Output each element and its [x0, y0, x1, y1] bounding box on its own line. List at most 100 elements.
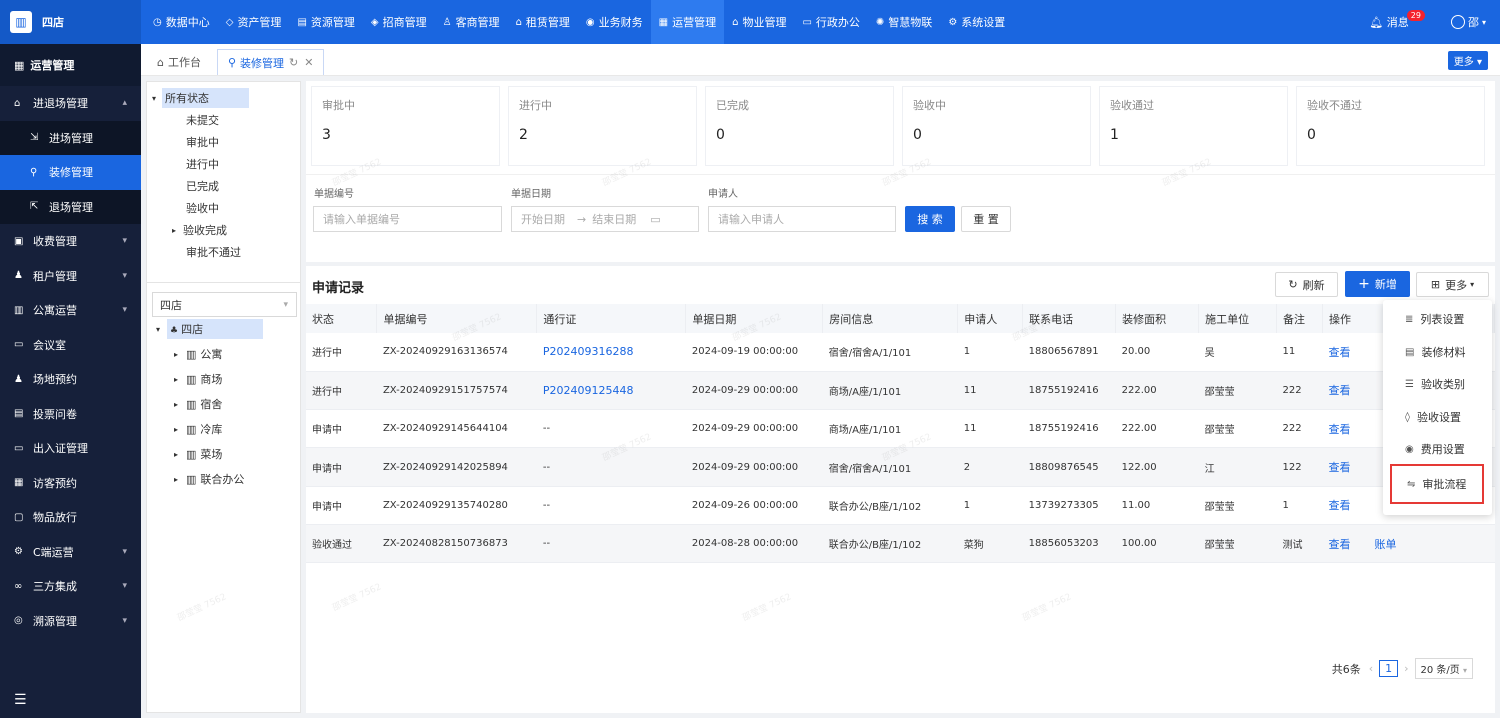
search-button[interactable]: 搜 索 — [905, 206, 955, 232]
sidebar-item-venue-booking[interactable]: ♟ 场地预约 — [0, 362, 141, 397]
sidebar-item-renovation[interactable]: ⚲ 装修管理 — [0, 155, 141, 190]
sidebar-item-apartment[interactable]: ▥ 公寓运营 ▾ — [0, 293, 141, 328]
pass-link[interactable]: P202409316288 — [536, 333, 686, 372]
store-tree-item[interactable]: ▸ ▥ 宿舍 — [174, 393, 222, 415]
page-size-select[interactable]: 20 条/页 ▾ — [1414, 658, 1473, 679]
stat-card[interactable]: 审批中 3 — [312, 87, 499, 165]
status-tree-item[interactable]: 审批中 — [186, 131, 219, 153]
sidebar-item-entry[interactable]: ⇲ 进场管理 — [0, 120, 141, 155]
menu-item-fee-settings[interactable]: ◉ 费用设置 — [1383, 433, 1492, 465]
stat-card[interactable]: 验收中 0 — [903, 87, 1090, 165]
store-tree-item[interactable]: ▸ ▥ 商场 — [174, 368, 222, 390]
menu-item-materials[interactable]: ▤ 装修材料 — [1383, 336, 1492, 368]
nav-item-resources[interactable]: ▤ 资源管理 — [289, 0, 362, 44]
avatar[interactable] — [1450, 15, 1465, 29]
add-button[interactable]: + 新增 — [1345, 271, 1410, 297]
status-tree-root[interactable]: ▾ 所有状态 — [152, 87, 250, 109]
col-applicant[interactable]: 申请人 — [957, 304, 1024, 333]
col-note[interactable]: 备注 — [1276, 304, 1324, 333]
doc-no-input[interactable]: 请输入单据编号 — [313, 206, 502, 232]
stat-card[interactable]: 已完成 0 — [706, 87, 893, 165]
stat-card[interactable]: 进行中 2 — [509, 87, 696, 165]
table-row[interactable]: 进行中 ZX-20240929163136574 P202409316288 2024… — [306, 333, 1495, 372]
view-link[interactable]: 查看 — [1329, 461, 1351, 474]
status-tree-item[interactable]: ▸ 验收完成 — [172, 219, 227, 241]
nav-item-operations[interactable]: ▦ 运营管理 — [650, 0, 725, 44]
nav-item-merchants[interactable]: ♙ 客商管理 — [435, 0, 508, 44]
nav-item-leasing[interactable]: ⌂ 租赁管理 — [508, 0, 578, 44]
sidebar-item-vote-survey[interactable]: ▤ 投票问卷 — [0, 397, 141, 432]
store-tree-item[interactable]: ▸ ▥ 公寓 — [174, 343, 222, 365]
chevron-down-icon[interactable]: ▾ — [1482, 18, 1486, 27]
nav-item-data-center[interactable]: ◷ 数据中心 — [145, 0, 218, 44]
col-room[interactable]: 房间信息 — [822, 304, 959, 333]
collapse-menu-icon[interactable]: ☰ — [14, 692, 27, 708]
next-page-icon[interactable]: › — [1404, 662, 1408, 675]
col-date[interactable]: 单据日期 — [685, 304, 824, 333]
bell-icon[interactable]: 🔔︎ — [1369, 16, 1383, 29]
user-name[interactable]: 邵 — [1468, 14, 1479, 30]
table-row[interactable]: 申请中 ZX-20240929142025894 -- 2024-09-29 00:0… — [306, 447, 1495, 487]
status-tree-item[interactable]: 审批不通过 — [186, 241, 241, 263]
col-contractor[interactable]: 施工单位 — [1198, 304, 1278, 333]
view-link[interactable]: 查看 — [1329, 346, 1351, 359]
view-link[interactable]: 查看 — [1329, 384, 1351, 397]
sidebar-item-fees[interactable]: ▣ 收费管理 ▾ — [0, 224, 141, 259]
sidebar-item-c-operations[interactable]: ⚙ C端运营 ▾ — [0, 535, 141, 570]
nav-item-admin-office[interactable]: ▭ 行政办公 — [794, 0, 867, 44]
more-button[interactable]: ⊞ 更多 ▾ — [1416, 272, 1489, 297]
table-row[interactable]: 申请中 ZX-20240929145644104 -- 2024-09-29 00:0… — [306, 409, 1495, 449]
table-row[interactable]: 进行中 ZX-20240929151757574 P202409125448 2024… — [306, 371, 1495, 411]
sidebar-item-traceability[interactable]: ◎ 溯源管理 ▾ — [0, 604, 141, 639]
brand[interactable]: ▥ 四店 — [0, 0, 141, 44]
status-tree-item[interactable]: 进行中 — [186, 153, 219, 175]
reset-button[interactable]: 重 置 — [961, 206, 1011, 232]
nav-item-assets[interactable]: ◇ 资产管理 — [218, 0, 290, 44]
pass-link[interactable]: P202409125448 — [536, 371, 686, 411]
tab-workbench[interactable]: ⌂ 工作台 — [147, 49, 211, 75]
nav-item-finance[interactable]: ◉ 业务财务 — [578, 0, 651, 44]
sidebar-item-meeting-room[interactable]: ▭ 会议室 — [0, 328, 141, 363]
nav-item-investment[interactable]: ◈ 招商管理 — [363, 0, 435, 44]
col-doc-no[interactable]: 单据编号 — [376, 304, 538, 333]
sidebar-item-third-party[interactable]: ∞ 三方集成 ▾ — [0, 569, 141, 604]
table-row[interactable]: 申请中 ZX-20240929135740280 -- 2024-09-26 00:0… — [306, 486, 1495, 525]
col-phone[interactable]: 联系电话 — [1022, 304, 1117, 333]
status-tree-item[interactable]: 已完成 — [186, 175, 219, 197]
stat-card[interactable]: 验收通过 1 — [1100, 87, 1287, 165]
bill-link[interactable]: 账单 — [1375, 538, 1397, 551]
menu-item-list-settings[interactable]: ≣ 列表设置 — [1383, 303, 1492, 335]
store-tree-item[interactable]: ▸ ▥ 冷库 — [174, 418, 222, 440]
sidebar-item-tenants[interactable]: ♟ 租户管理 ▾ — [0, 259, 141, 294]
sidebar-item-goods-release[interactable]: ▢ 物品放行 — [0, 500, 141, 535]
page-number[interactable]: 1 — [1379, 660, 1399, 677]
store-select[interactable]: 四店 ▾ — [152, 292, 297, 317]
menu-item-acceptance-settings[interactable]: ◊ 验收设置 — [1383, 401, 1492, 433]
store-tree-root[interactable]: ▾ ♣ 四店 — [156, 318, 264, 340]
date-range-picker[interactable]: 开始日期 → 结束日期 ▭ — [511, 206, 699, 232]
status-tree-item[interactable]: 未提交 — [186, 109, 219, 131]
messages-link[interactable]: 消息 — [1387, 14, 1409, 30]
menu-item-acceptance-category[interactable]: ☰ 验收类别 — [1383, 368, 1492, 400]
col-status[interactable]: 状态 — [306, 304, 378, 333]
tabs-more-button[interactable]: 更多 ▾ — [1447, 51, 1488, 70]
tab-renovation[interactable]: ⚲ 装修管理 ↻ ✕ — [216, 49, 325, 75]
store-tree-item[interactable]: ▸ ▥ 菜场 — [174, 443, 222, 465]
sidebar-item-pass-management[interactable]: ▭ 出入证管理 — [0, 431, 141, 466]
view-link[interactable]: 查看 — [1329, 538, 1351, 551]
sidebar-item-exit[interactable]: ⇱ 退场管理 — [0, 189, 141, 224]
close-icon[interactable]: ✕ — [304, 56, 313, 69]
view-link[interactable]: 查看 — [1329, 499, 1351, 512]
refresh-button[interactable]: ↻ 刷新 — [1275, 272, 1338, 297]
refresh-icon[interactable]: ↻ — [289, 56, 298, 69]
col-pass[interactable]: 通行证 — [536, 304, 687, 333]
status-tree-item[interactable]: 验收中 — [186, 197, 219, 219]
store-tree-item[interactable]: ▸ ▥ 联合办公 — [174, 468, 244, 490]
sidebar-item-visitor-booking[interactable]: ▦ 访客预约 — [0, 466, 141, 501]
col-area[interactable]: 装修面积 — [1115, 304, 1200, 333]
view-link[interactable]: 查看 — [1329, 423, 1351, 436]
nav-item-property[interactable]: ⌂ 物业管理 — [724, 0, 794, 44]
applicant-input[interactable]: 请输入申请人 — [708, 206, 896, 232]
nav-item-iot[interactable]: ✺ 智慧物联 — [868, 0, 940, 44]
prev-page-icon[interactable]: ‹ — [1369, 662, 1373, 675]
